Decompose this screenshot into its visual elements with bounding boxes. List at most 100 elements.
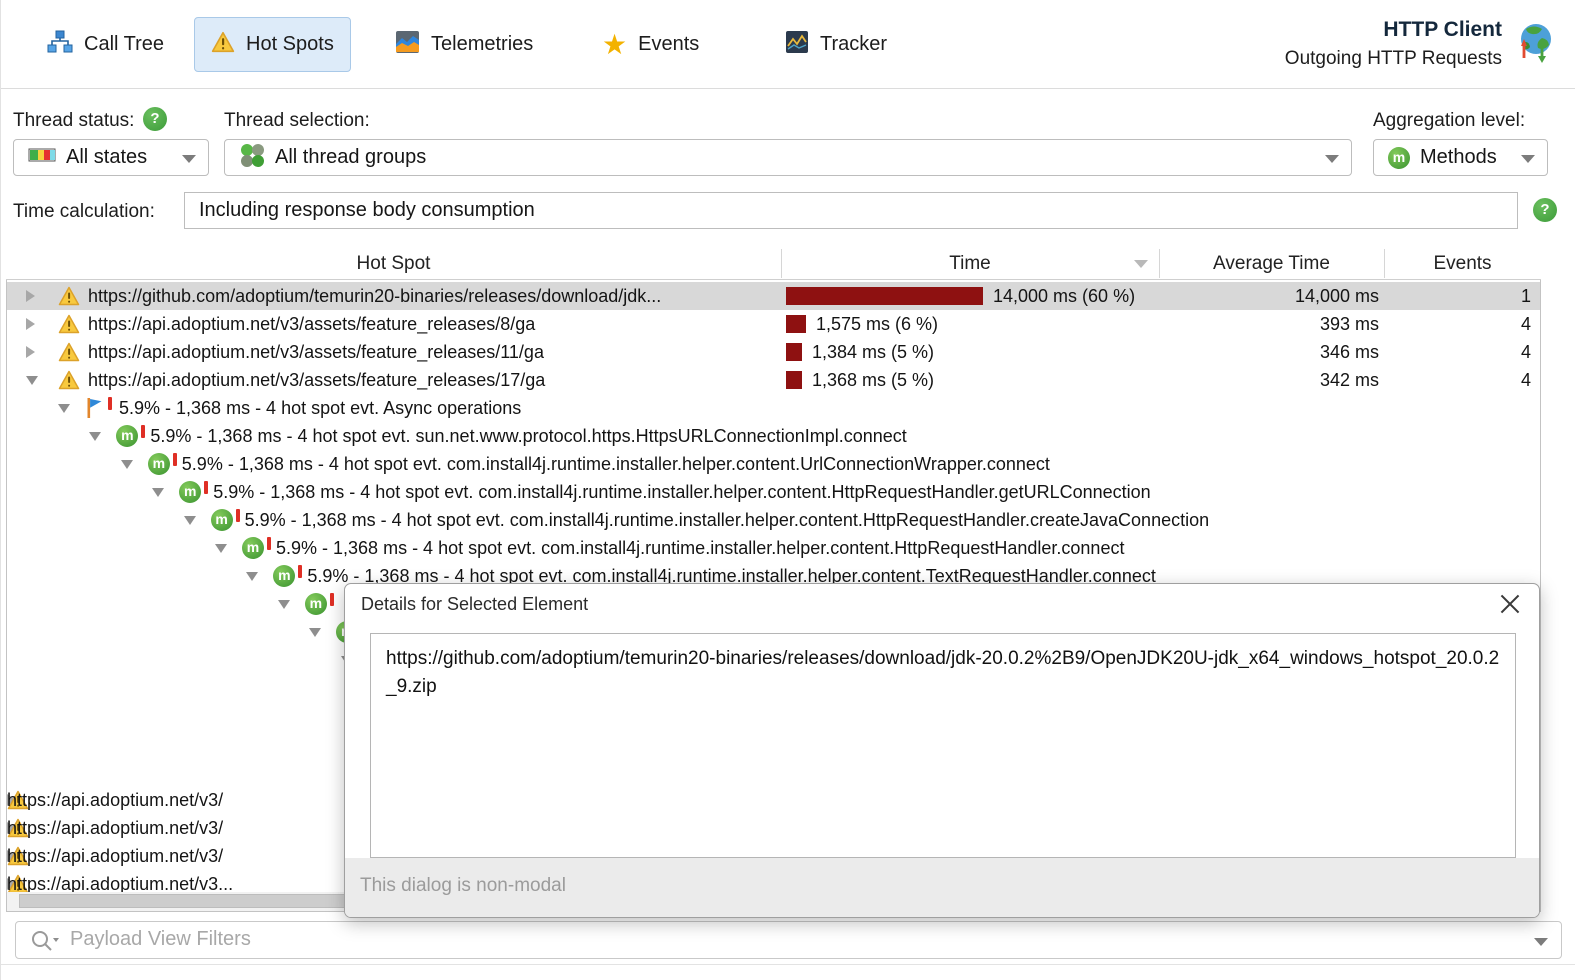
tab-label: Events [638,33,699,56]
dialog-footer-message: This dialog is non-modal [360,875,566,897]
table-row[interactable]: https://api.adoptium.net/v3/assets/featu… [7,310,1540,338]
probe-subtitle: Outgoing HTTP Requests [1285,48,1502,70]
collapse-arrow-icon[interactable] [26,376,38,385]
table-row[interactable]: m 5.9% - 1,368 ms - 4 hot spot evt. com.i… [7,478,1540,506]
hot-spot-tree-label: 5.9% - 1,368 ms - 4 hot spot evt. com.in… [182,450,1050,478]
warning-icon [58,370,80,390]
time-calculation-help-icon[interactable]: ? [1533,198,1557,222]
panel-bottom-border [1,964,1575,965]
table-row[interactable]: m5.9% - 1,368 ms - 4 hot spot evt. com.i… [7,450,1540,478]
hot-spot-tree-label: 5.9% - 1,368 ms - 4 hot spot evt. Async … [119,394,521,422]
telemetries-icon [395,30,420,59]
tab-tracker[interactable]: Tracker [769,17,903,72]
http-client-globe-icon [1512,20,1556,69]
hot-spot-url: https://api.adoptium.net/v3/assets/featu… [88,310,535,338]
column-header-events[interactable]: Events [1384,247,1541,280]
time-bar [786,287,983,305]
column-divider [781,249,782,278]
thread-status-dropdown[interactable]: All states [13,139,209,176]
time-calculation-label: Time calculation: [13,201,155,223]
search-icon[interactable] [30,929,60,958]
payload-view-filters-input[interactable]: Payload View Filters [15,921,1562,959]
table-row[interactable]: https://api.adoptium.net/v3/assets/featu… [7,366,1540,394]
hot-spot-url: https://api.adoptium.net/v3/assets/featu… [88,366,545,394]
hot-spot-mark-icon [204,481,208,494]
expand-arrow-icon[interactable] [26,318,35,330]
table-header-row: Hot Spot Time Average Time Events [6,247,1541,280]
time-bar [786,343,802,361]
thread-status-value: All states [66,146,147,169]
thread-selection-dropdown[interactable]: All thread groups [224,139,1352,176]
hot-spot-tree-label: 5.9% - 1,368 ms - 4 hot spot evt. com.in… [213,478,1151,506]
hot-spot-mark-icon [108,397,112,410]
hot-spot-mark-icon [173,453,177,466]
collapse-arrow-icon[interactable] [152,488,164,497]
details-dialog: Details for Selected Element https://git… [344,583,1540,918]
hot-spot-mark-icon [236,509,240,522]
expand-arrow-icon[interactable] [26,290,35,302]
average-time-value: 393 ms [1144,310,1379,338]
collapse-arrow-icon[interactable] [246,572,258,581]
expand-arrow-icon[interactable] [26,346,35,358]
method-icon: m [179,481,201,503]
events-icon: ★ [602,33,627,57]
tab-events[interactable]: ★ Events [586,17,715,72]
payload-filter-placeholder: Payload View Filters [70,928,251,951]
probe-title: HTTP Client [1285,18,1502,42]
tab-label: Tracker [820,33,887,56]
column-divider [1384,249,1385,278]
aggregation-level-label: Aggregation level: [1373,110,1525,132]
table-row[interactable]: 5.9% - 1,368 ms - 4 hot spot evt. Async … [7,394,1540,422]
table-row[interactable]: m5.9% - 1,368 ms - 4 hot spot evt. com.i… [7,506,1540,534]
chevron-down-icon [182,155,196,163]
table-row[interactable]: m5.9% - 1,368 ms - 4 hot spot evt. com.i… [7,534,1540,562]
column-header-average-time[interactable]: Average Time [1159,247,1384,280]
collapse-arrow-icon[interactable] [309,628,321,637]
table-row[interactable]: https://api.adoptium.net/v3/assets/featu… [7,338,1540,366]
hot-spot-tree-label: https://api.adoptium.net/v3/ [7,786,223,814]
events-value: 4 [1386,310,1531,338]
hot-spots-icon [211,31,235,58]
collapse-arrow-icon[interactable] [121,460,133,469]
table-row[interactable]: https://github.com/adoptium/temurin20-bi… [7,282,1540,310]
aggregation-level-value: Methods [1420,146,1497,169]
aggregation-level-dropdown[interactable]: m Methods [1373,139,1548,176]
hot-spot-tree-label: 5.9% - 1,368 ms - 4 hot spot evt. com.in… [276,534,1124,562]
thread-selection-value: All thread groups [275,146,426,169]
tab-telemetries[interactable]: Telemetries [379,17,549,72]
time-calculation-field[interactable]: Including response body consumption [184,192,1518,229]
collapse-arrow-icon[interactable] [184,516,196,525]
thread-status-help-icon[interactable]: ? [143,107,167,131]
time-value: 1,575 ms (6 %) [816,310,938,338]
collapse-arrow-icon[interactable] [89,432,101,441]
tab-call-tree[interactable]: Call Tree [31,17,180,72]
column-header-time[interactable]: Time [781,247,1159,280]
hot-spot-mark-icon [267,537,271,550]
tab-hot-spots[interactable]: Hot Spots [194,17,351,72]
collapse-arrow-icon[interactable] [278,600,290,609]
dialog-title: Details for Selected Element [361,594,588,615]
view-tab-bar: Call Tree Hot Spots Telemetries [1,0,1575,89]
average-time-value: 14,000 ms [1144,282,1379,310]
time-value: 1,384 ms (5 %) [812,338,934,366]
async-flag-icon [85,397,103,419]
dialog-footer: This dialog is non-modal [345,858,1540,918]
call-tree-icon [47,30,73,59]
chevron-down-icon[interactable] [1534,938,1548,946]
thread-groups-icon [239,142,265,173]
tracker-icon [785,30,809,59]
close-icon[interactable] [1499,593,1521,615]
column-header-hot-spot[interactable]: Hot Spot [6,247,781,280]
warning-icon [58,314,80,334]
method-icon: m [305,593,327,615]
dialog-content-text[interactable]: https://github.com/adoptium/temurin20-bi… [370,633,1516,858]
chevron-down-icon [1325,155,1339,163]
hot-spot-url: https://api.adoptium.net/v3/assets/featu… [88,338,544,366]
collapse-arrow-icon[interactable] [215,544,227,553]
time-bar [786,315,806,333]
table-row[interactable]: m5.9% - 1,368 ms - 4 hot spot evt. sun.n… [7,422,1540,450]
collapse-arrow-icon[interactable] [58,404,70,413]
tab-label: Call Tree [84,33,164,56]
hot-spot-tree-label: https://api.adoptium.net/v3/ [7,814,223,842]
column-divider [1159,249,1160,278]
